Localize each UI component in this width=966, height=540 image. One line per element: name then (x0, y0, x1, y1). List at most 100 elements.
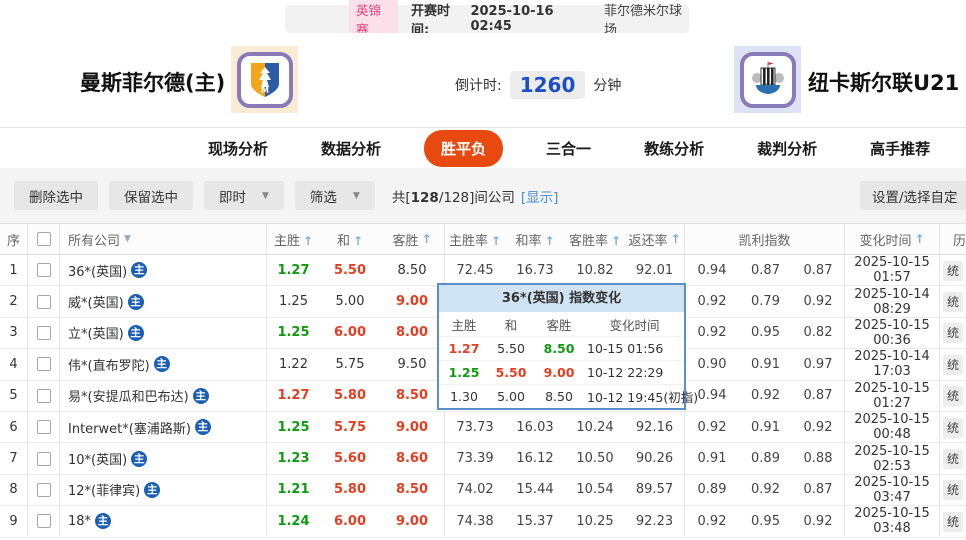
odds-away: 9.00 (380, 286, 445, 317)
home-rate: 74.38 (456, 513, 494, 529)
company-cell[interactable]: 立*(英国) 主 (60, 317, 267, 349)
company-cell[interactable]: 威*(英国) 主 (60, 286, 267, 317)
company-cell[interactable]: 36*(英国) 主 (60, 255, 267, 286)
popup-odds-away: 9.00 (543, 365, 575, 380)
company-cell[interactable]: 18* 主 (60, 506, 267, 537)
delete-selected-button[interactable]: 删除选中 (14, 181, 98, 210)
odds-draw: 5.60 (333, 451, 367, 467)
home-badge-icon: 主 (144, 481, 161, 498)
row-checkbox[interactable] (28, 255, 60, 286)
company-cell[interactable]: 易*(安提瓜和巴布达) 主 (60, 380, 267, 411)
tab-win-draw-lose[interactable]: 胜平负 (424, 129, 504, 167)
stats-cell[interactable]: 统 (940, 511, 966, 532)
stats-cell[interactable]: 统 (940, 292, 966, 313)
match-info-bar: 英锦赛 开赛时间: 2025-10-16 02:45 菲尔德米尔球场 (285, 0, 689, 40)
popup-row: 1.25 5.50 9.00 10-12 22:29 (439, 360, 684, 384)
table-toolbar: 删除选中 保留选中 即时 ▼ 筛选 ▼ 共[128/128]间公司 [显示] 设置… (0, 168, 966, 223)
stats-button: 统 (942, 260, 963, 281)
popup-header-row: 主胜 和 客胜 变化时间 (439, 312, 684, 336)
stats-cell[interactable]: 统 (940, 386, 966, 407)
col-draw-rate[interactable]: 和率 ↑ (505, 230, 565, 249)
row-checkbox[interactable] (28, 411, 60, 443)
popup-odds-home: 1.30 (450, 389, 478, 404)
row-seq: 3 (0, 317, 28, 349)
odds-away: 9.00 (380, 506, 445, 537)
odds-draw: 5.75 (333, 419, 367, 435)
col-company[interactable]: 所有公司 ▼ (60, 224, 267, 254)
tab-expert-recommend[interactable]: 高手推荐 (860, 131, 940, 166)
row-seq: 1 (0, 255, 28, 286)
instant-dropdown[interactable]: 即时 ▼ (204, 181, 284, 210)
header-select-all-checkbox[interactable] (28, 224, 60, 254)
col-home-rate[interactable]: 主胜率 ↑ (445, 230, 505, 249)
change-time: 2025-10-14 08:29 (845, 286, 940, 317)
row-checkbox[interactable] (28, 506, 60, 537)
draw-rate: 16.03 (516, 419, 554, 435)
popup-row: 1.27 5.50 8.50 10-15 01:56 (439, 336, 684, 360)
change-time: 2025-10-15 03:47 (845, 474, 940, 506)
kelly-draw: 0.79 (751, 294, 780, 310)
home-badge-icon: 主 (153, 356, 170, 373)
stats-cell[interactable]: 统 (940, 323, 966, 344)
col-return-rate[interactable]: 返还率 ↑ (625, 224, 685, 254)
col-change-time[interactable]: 变化时间 ↑ (845, 224, 940, 254)
stats-button: 统 (942, 480, 963, 501)
stats-cell[interactable]: 统 (940, 480, 966, 501)
checkbox-icon (36, 514, 51, 529)
settings-select-button[interactable]: 设置/选择自定 (860, 181, 966, 210)
filter-dropdown[interactable]: 筛选 ▼ (294, 181, 375, 210)
checkbox-icon (36, 325, 51, 340)
popup-odds-away: 8.50 (543, 341, 575, 356)
row-checkbox[interactable] (28, 380, 60, 411)
sort-up-icon: ↑ (302, 233, 314, 248)
odds-home: 1.22 (279, 356, 308, 372)
stats-button: 统 (942, 449, 963, 470)
change-time: 2025-10-15 02:53 (845, 443, 940, 474)
col-kelly-index: 凯利指数 (685, 224, 845, 254)
odds-draw: 5.00 (335, 294, 365, 310)
col-home-odds[interactable]: 主胜 ↑ (267, 230, 320, 249)
stats-cell[interactable]: 统 (940, 449, 966, 470)
company-cell[interactable]: 伟*(直布罗陀) 主 (60, 349, 267, 380)
stats-cell[interactable]: 统 (940, 260, 966, 281)
col-away-rate[interactable]: 客胜率 ↑ (565, 230, 625, 249)
row-checkbox[interactable] (28, 474, 60, 506)
checkbox-icon (36, 482, 51, 497)
col-away-odds[interactable]: 客胜 ↑ (380, 224, 445, 254)
row-checkbox[interactable] (28, 286, 60, 317)
odds-home: 1.25 (277, 419, 310, 435)
tab-live-analysis[interactable]: 现场分析 (198, 131, 278, 166)
start-time-value: 2025-10-16 02:45 (470, 4, 554, 34)
keep-selected-button[interactable]: 保留选中 (109, 181, 193, 210)
row-seq: 5 (0, 380, 28, 411)
odds-draw: 5.80 (333, 482, 367, 498)
kelly-draw: 0.87 (751, 262, 780, 278)
row-checkbox[interactable] (28, 443, 60, 474)
odds-away: 8.50 (380, 255, 445, 286)
tab-data-analysis[interactable]: 数据分析 (311, 131, 391, 166)
tab-three-in-one[interactable]: 三合一 (536, 131, 601, 166)
tab-coach-analysis[interactable]: 教练分析 (634, 131, 714, 166)
company-cell[interactable]: 12*(菲律宾) 主 (60, 474, 267, 506)
company-cell[interactable]: Interwet*(塞浦路斯) 主 (60, 411, 267, 443)
company-cell[interactable]: 10*(英国) 主 (60, 443, 267, 474)
stats-cell[interactable]: 统 (940, 417, 966, 438)
kelly-home: 0.92 (697, 513, 727, 529)
odds-draw: 6.00 (333, 325, 367, 341)
away-rate: 10.54 (576, 482, 614, 498)
stats-cell[interactable]: 统 (940, 354, 966, 375)
kelly-home: 0.92 (697, 325, 727, 341)
col-draw-odds[interactable]: 和 ↑ (320, 230, 380, 249)
row-checkbox[interactable] (28, 317, 60, 349)
popup-change-time: 10-12 22:29 (587, 365, 664, 380)
show-link[interactable]: [显示] (521, 190, 559, 206)
home-rate: 74.02 (456, 482, 494, 498)
odds-draw: 6.00 (333, 513, 367, 529)
row-checkbox[interactable] (28, 349, 60, 380)
row-seq: 9 (0, 506, 28, 537)
kelly-home: 0.94 (697, 262, 727, 278)
return-rate: 90.26 (625, 443, 685, 474)
return-rate: 92.23 (625, 506, 685, 537)
tab-referee-analysis[interactable]: 裁判分析 (747, 131, 827, 166)
odds-home: 1.27 (277, 388, 310, 404)
